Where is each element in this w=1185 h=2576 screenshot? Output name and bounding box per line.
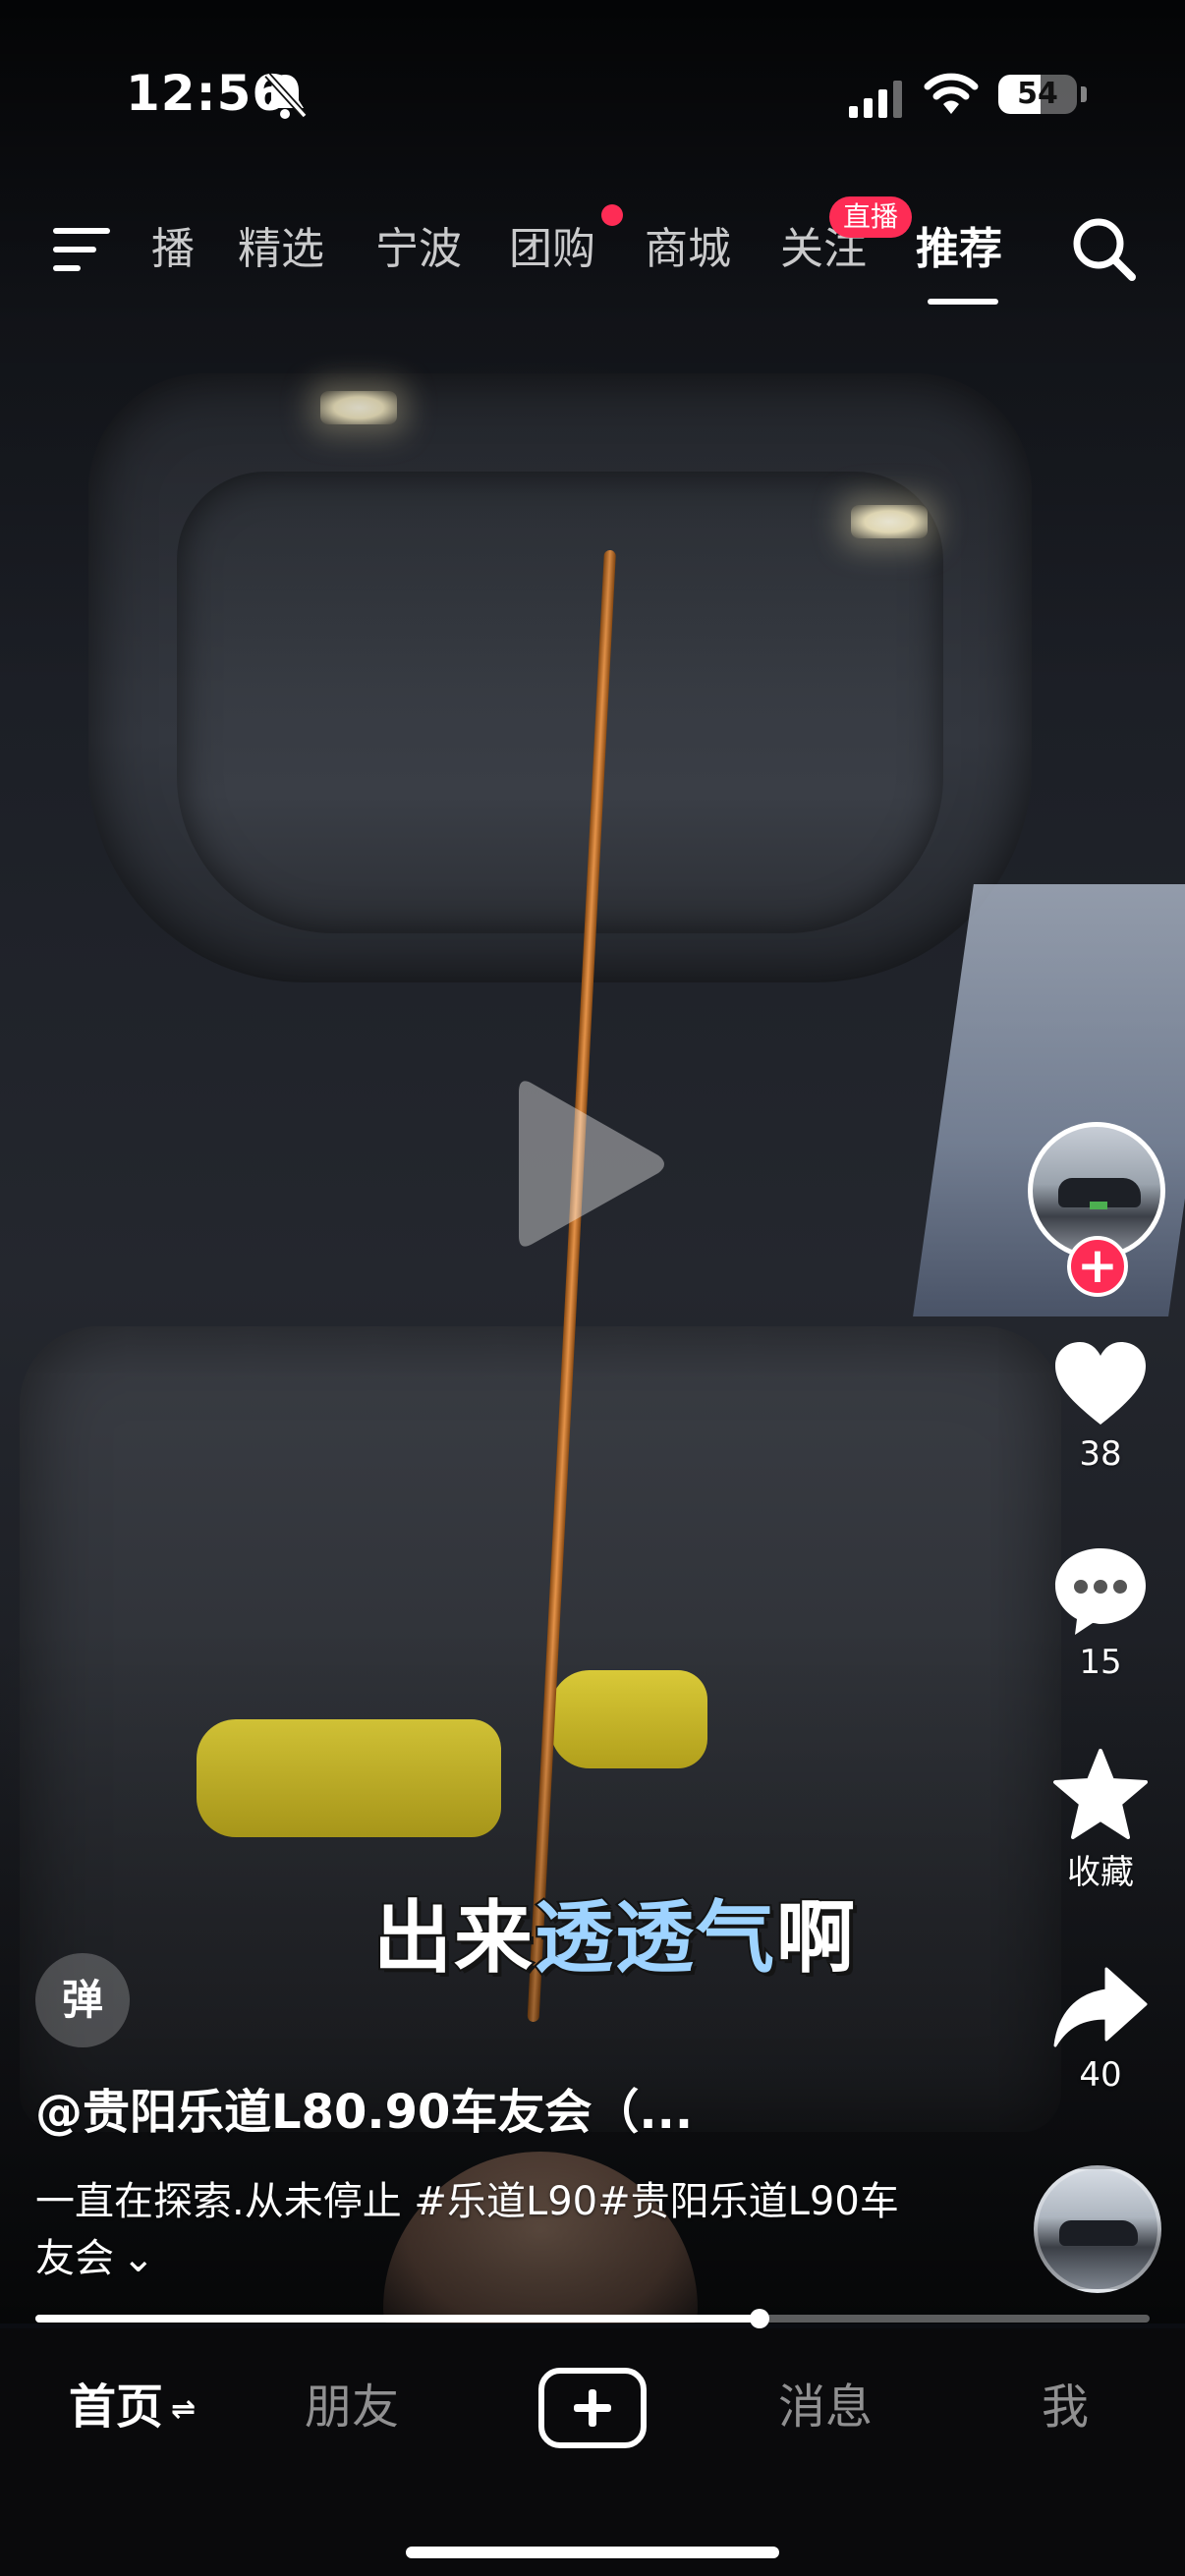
music-disc-car-image xyxy=(1059,2220,1138,2246)
video-progress-knob[interactable] xyxy=(750,2309,770,2328)
tab-messages[interactable]: 消息 xyxy=(778,2376,873,2438)
search-icon[interactable] xyxy=(1069,214,1138,283)
tab-ningbo[interactable]: 宁波 xyxy=(375,220,462,279)
favorite-button[interactable]: 收藏 xyxy=(1042,1749,1159,1893)
tab-me[interactable]: 我 xyxy=(1042,2376,1089,2438)
tab-mall[interactable]: 商城 xyxy=(645,220,731,279)
share-count: 40 xyxy=(1079,2055,1122,2095)
follow-button[interactable]: + xyxy=(1067,1236,1128,1297)
video-subtitle: 出来透透气啊 xyxy=(371,1875,857,1988)
menu-icon[interactable] xyxy=(51,224,112,275)
subtitle-text-end: 啊 xyxy=(774,1890,857,1986)
tab-friends[interactable]: 朋友 xyxy=(305,2376,399,2438)
active-tab-indicator xyxy=(928,299,998,305)
subtitle-text: 出来 xyxy=(371,1890,535,1986)
share-button[interactable]: 40 xyxy=(1042,1965,1159,2095)
comment-icon xyxy=(1055,1548,1146,1635)
video-progress-bar[interactable] xyxy=(35,2309,1150,2328)
danmaku-button[interactable]: 弹 xyxy=(35,1953,130,2047)
home-indicator xyxy=(406,2547,779,2558)
comment-count: 15 xyxy=(1079,1643,1122,1682)
live-badge[interactable]: 直播 xyxy=(829,196,913,238)
video-description[interactable]: 一直在探索.从未停止 #乐道L90#贵阳乐道L90车友会 ⌄ xyxy=(35,2173,900,2287)
heart-icon xyxy=(1055,1342,1146,1425)
favorite-label: 收藏 xyxy=(1067,1853,1134,1892)
author-name[interactable]: @贵阳乐道L80.90车友会（... xyxy=(35,2073,693,2142)
battery-tip xyxy=(1081,86,1087,102)
status-bar: 12:56 54 xyxy=(0,0,1185,187)
description-text: 一直在探索.从未停止 #乐道L90#贵阳乐道L90车友会 xyxy=(35,2179,899,2281)
signal-icon xyxy=(849,81,902,118)
like-count: 38 xyxy=(1079,1434,1122,1474)
tab-home[interactable]: 首页 ⇌ xyxy=(69,2376,196,2441)
wifi-icon xyxy=(924,73,979,114)
create-button[interactable] xyxy=(538,2368,647,2448)
tab-bo[interactable]: 播 xyxy=(151,220,195,279)
subtitle-highlight: 透透气 xyxy=(533,1890,776,1986)
bottom-tab-bar: 首页 ⇌ 朋友 消息 我 xyxy=(0,2328,1185,2576)
star-icon xyxy=(1053,1749,1148,1839)
video-progress-fill xyxy=(35,2315,761,2323)
like-button[interactable]: 38 xyxy=(1042,1340,1159,1474)
avatar-car-plate xyxy=(1090,1202,1107,1209)
bell-muted-icon xyxy=(264,72,307,119)
battery-level: 54 xyxy=(1017,77,1058,111)
comment-button[interactable]: 15 xyxy=(1042,1544,1159,1682)
play-icon[interactable] xyxy=(511,1071,668,1258)
tab-recommended[interactable]: 推荐 xyxy=(916,220,1002,279)
plus-icon xyxy=(574,2389,611,2427)
swap-icon: ⇌ xyxy=(171,2392,197,2427)
top-nav: 播 精选 宁波 团购 商城 关注 直播 推荐 xyxy=(0,196,1185,314)
expand-chevron-icon[interactable]: ⌄ xyxy=(122,2230,155,2287)
tab-group-buy[interactable]: 团购 xyxy=(509,220,595,279)
share-icon xyxy=(1053,1967,1148,2047)
tab-featured[interactable]: 精选 xyxy=(238,220,324,279)
battery-icon: 54 xyxy=(998,75,1077,114)
tab-home-label: 首页 xyxy=(69,2380,164,2435)
music-disc[interactable] xyxy=(1034,2165,1161,2293)
notification-dot xyxy=(601,204,623,226)
